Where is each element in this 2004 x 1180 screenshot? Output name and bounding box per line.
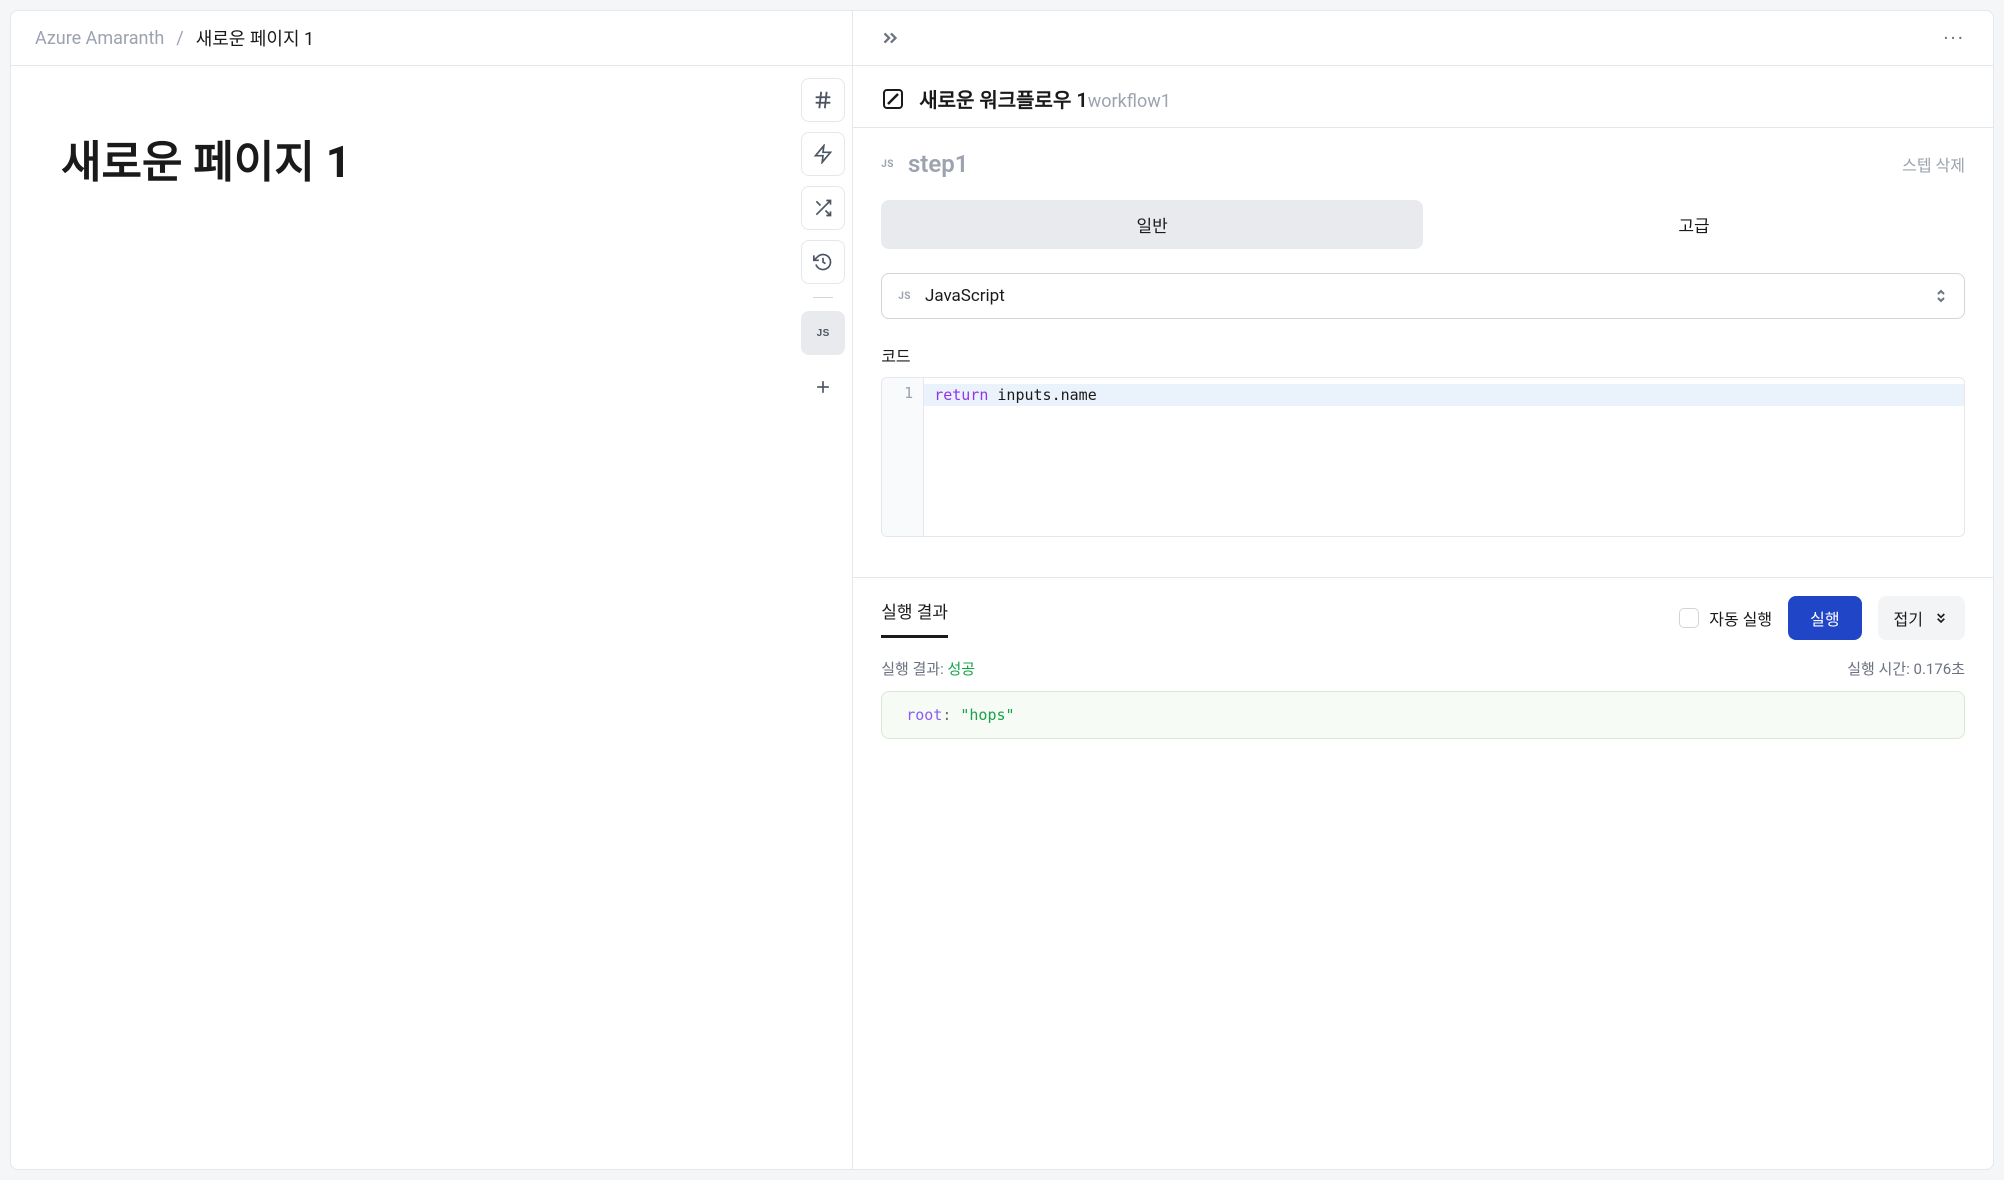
collapse-result-label: 접기 bbox=[1894, 606, 1923, 630]
result-json-value: "hops" bbox=[960, 706, 1014, 724]
js-step-button[interactable]: JS bbox=[801, 311, 845, 355]
breadcrumb-separator: / bbox=[176, 28, 183, 49]
collapse-result-button[interactable]: 접기 bbox=[1878, 596, 1965, 640]
plus-icon bbox=[813, 377, 833, 397]
breadcrumb: Azure Amaranth / 새로운 페이지 1 bbox=[11, 11, 852, 66]
result-time-prefix: 실행 시간: bbox=[1847, 660, 1913, 678]
language-select[interactable]: JS JavaScript bbox=[881, 273, 1965, 319]
delete-step-button[interactable]: 스텝 삭제 bbox=[1902, 152, 1965, 176]
js-icon: JS bbox=[817, 328, 830, 339]
shuffle-icon bbox=[813, 198, 833, 218]
select-chevrons-icon bbox=[1934, 288, 1948, 304]
code-gutter: 1 bbox=[882, 378, 924, 536]
bolt-icon bbox=[813, 144, 833, 164]
more-icon: ··· bbox=[1943, 26, 1965, 50]
add-step-button[interactable] bbox=[801, 365, 845, 409]
result-json-key: root bbox=[906, 706, 942, 724]
run-button[interactable]: 실행 bbox=[1788, 596, 1861, 640]
chevrons-right-icon bbox=[879, 27, 901, 49]
auto-run-toggle[interactable]: 자동 실행 bbox=[1679, 606, 1772, 630]
bolt-button[interactable] bbox=[801, 132, 845, 176]
toolbar-divider bbox=[813, 297, 833, 298]
breadcrumb-workspace[interactable]: Azure Amaranth bbox=[35, 28, 164, 49]
workflow-icon bbox=[881, 87, 905, 111]
result-time-value: 0.176초 bbox=[1914, 660, 1965, 678]
code-body: return inputs.name bbox=[924, 378, 1964, 536]
result-status: 실행 결과: 성공 bbox=[881, 658, 975, 679]
language-name: JavaScript bbox=[925, 286, 1005, 306]
history-button[interactable] bbox=[801, 240, 845, 284]
more-options-button[interactable]: ··· bbox=[1935, 22, 1973, 54]
code-editor[interactable]: 1 return inputs.name bbox=[881, 377, 1965, 537]
code-text: inputs.name bbox=[988, 386, 1096, 404]
language-badge: JS bbox=[898, 291, 911, 302]
code-label: 코드 bbox=[881, 343, 1965, 367]
chevrons-down-icon bbox=[1933, 610, 1949, 626]
code-keyword: return bbox=[934, 386, 988, 404]
hash-button[interactable] bbox=[801, 78, 845, 122]
breadcrumb-current[interactable]: 새로운 페이지 1 bbox=[196, 25, 314, 51]
tab-advanced[interactable]: 고급 bbox=[1423, 200, 1965, 249]
step-name-input[interactable]: step1 bbox=[908, 150, 969, 178]
auto-run-label: 자동 실행 bbox=[1709, 606, 1772, 630]
result-output: root: "hops" bbox=[881, 691, 1965, 739]
history-icon bbox=[813, 252, 833, 272]
workflow-title: 새로운 워크플로우 1 bbox=[919, 88, 1088, 112]
result-tab[interactable]: 실행 결과 bbox=[881, 598, 948, 638]
result-status-prefix: 실행 결과: bbox=[881, 660, 947, 678]
collapse-panel-button[interactable] bbox=[873, 21, 907, 55]
result-time: 실행 시간: 0.176초 bbox=[1847, 658, 1965, 679]
workflow-id: workflow1 bbox=[1088, 91, 1171, 112]
auto-run-checkbox[interactable] bbox=[1679, 608, 1699, 628]
tab-general[interactable]: 일반 bbox=[881, 200, 1423, 249]
line-number: 1 bbox=[882, 384, 913, 402]
step-type-badge: JS bbox=[881, 159, 894, 170]
shuffle-button[interactable] bbox=[801, 186, 845, 230]
page-title: 새로운 페이지 1 bbox=[61, 126, 744, 190]
result-status-value: 성공 bbox=[947, 660, 975, 678]
hash-icon bbox=[812, 89, 834, 111]
toolbar: JS bbox=[794, 66, 852, 1169]
